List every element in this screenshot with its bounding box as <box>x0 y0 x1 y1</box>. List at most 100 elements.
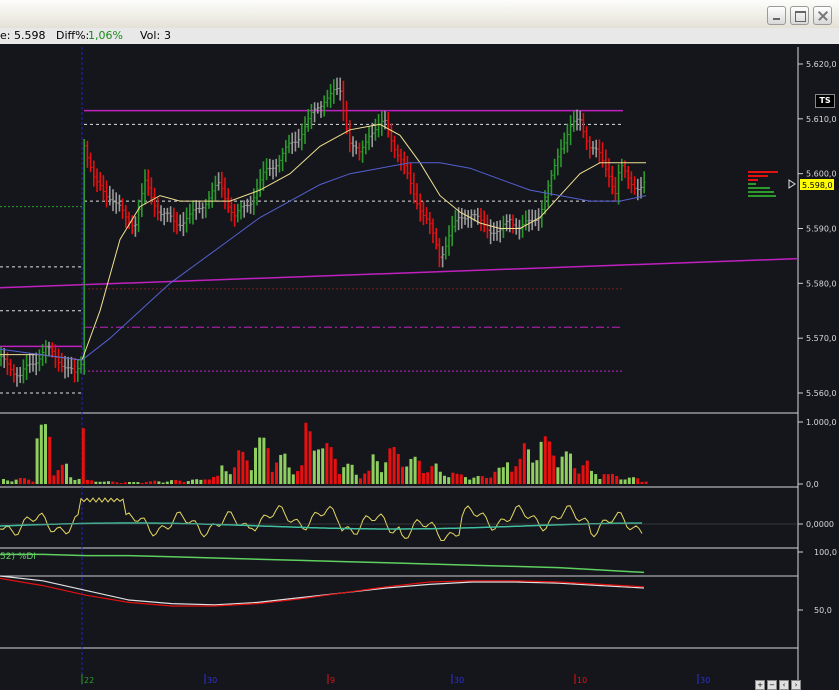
volume-bar <box>275 462 278 484</box>
zoom-in-button[interactable]: + <box>755 680 765 690</box>
volume-bar <box>123 482 127 484</box>
volume-bar <box>254 447 257 484</box>
volume-bar <box>27 479 31 484</box>
volume-bar <box>426 472 430 484</box>
volume-bar <box>128 481 131 484</box>
volume-bar <box>632 477 635 484</box>
volume-bar <box>396 453 400 484</box>
price-tick-label: 5.600,0 <box>806 170 837 179</box>
volume-bar <box>535 460 539 484</box>
chart-area[interactable]: 5.620,0 5.610,0 5.600,0 5.590,0 5.580,0 5.570… <box>0 44 839 690</box>
volume-bar <box>350 464 354 484</box>
price-tick-label: 5.570,0 <box>806 334 837 343</box>
dmi-lines <box>0 553 798 607</box>
volume-bar <box>569 453 572 484</box>
volume-bar <box>60 464 64 484</box>
volume-bar <box>594 474 598 484</box>
volume-bar <box>157 481 161 484</box>
volume-bar <box>2 478 5 484</box>
volume-bar <box>392 447 396 484</box>
volume-bar <box>371 454 375 484</box>
volume-bar <box>472 477 476 484</box>
dmi-line <box>0 575 645 606</box>
window-titlebar <box>0 0 839 28</box>
volume-bar <box>606 474 610 484</box>
distribution-bar <box>748 179 758 181</box>
time-axis: 22 30 9 30 10 30 <box>81 674 710 685</box>
volume-bar <box>212 476 215 484</box>
volume-bar <box>384 462 388 484</box>
volume-bar <box>161 482 165 484</box>
volume-bar <box>409 458 413 484</box>
volume-bar <box>363 473 367 484</box>
diff-label: Diff%: <box>56 29 90 42</box>
volume-bar <box>480 476 484 484</box>
volume-bar <box>312 450 316 484</box>
oscillator-lines <box>0 497 798 542</box>
distribution-bar <box>748 187 770 189</box>
maximize-button[interactable] <box>790 6 809 25</box>
volume-bar <box>438 471 442 484</box>
volume-bar <box>590 470 593 484</box>
volume-bar <box>245 460 249 484</box>
volume-bar <box>224 471 228 484</box>
volume-bar <box>90 480 94 484</box>
volume-bar <box>111 481 115 484</box>
volume-bar <box>65 463 68 484</box>
volume-bar <box>338 473 341 484</box>
last-price-tag-label: 5.598,0 <box>802 181 833 190</box>
volume-bar <box>241 451 245 484</box>
scroll-right-button[interactable]: › <box>791 680 801 690</box>
volume-bar <box>98 481 102 484</box>
volume-bar <box>102 481 106 484</box>
volume-bar <box>455 473 459 484</box>
volume-bar <box>203 479 207 484</box>
volume-bar <box>548 441 551 484</box>
time-tick-label: 30 <box>207 676 217 685</box>
current-price-arrow-icon <box>788 179 796 189</box>
volume-bar <box>514 466 518 484</box>
price-tick-label: 5.610,0 <box>806 115 837 124</box>
diff-value: 1,06% <box>88 29 123 42</box>
volume-tick-label: 0,0 <box>806 480 819 489</box>
volume-bar <box>464 477 467 484</box>
volume-bar <box>413 456 417 484</box>
distribution-bar <box>748 175 768 177</box>
price-tick-label: 5.590,0 <box>806 225 837 234</box>
volume-bar <box>279 454 283 484</box>
volume-bar <box>39 424 43 484</box>
chart-svg[interactable]: 5.620,0 5.610,0 5.600,0 5.590,0 5.580,0 5.570… <box>0 44 839 690</box>
minimize-button[interactable] <box>767 6 786 25</box>
distribution-bar <box>748 195 776 197</box>
volume-bar <box>262 437 266 484</box>
volume-bar <box>405 466 409 484</box>
volume-bar <box>77 478 81 484</box>
trend-line <box>0 257 799 289</box>
volume-bar <box>270 471 274 484</box>
volume-bar <box>468 479 472 484</box>
volume-bar <box>552 455 556 484</box>
volume-bar <box>518 458 522 484</box>
volume-bar <box>623 479 627 484</box>
volume-bar <box>598 479 602 484</box>
volume-bar <box>329 447 333 484</box>
quote-info-bar: e: 5.598 Diff%: 1,06% Vol: 3 <box>0 28 839 44</box>
scroll-left-button[interactable]: ‹ <box>779 680 789 690</box>
ts-badge[interactable]: TS <box>815 94 835 108</box>
volume-bar <box>186 481 190 484</box>
volume-bar <box>165 481 169 484</box>
volume-bar <box>560 456 564 484</box>
volume-bar <box>354 474 358 484</box>
slow-moving-average-line <box>0 162 647 361</box>
dmi-tick-label: 100,0 <box>814 548 837 557</box>
volume-bar <box>249 470 253 484</box>
volume-bar <box>291 474 295 484</box>
volume-bar <box>182 482 186 484</box>
zoom-out-button[interactable]: − <box>767 680 777 690</box>
volume-bar <box>81 428 85 484</box>
close-button[interactable] <box>813 6 832 25</box>
volume-bar <box>174 479 178 484</box>
volume-bar <box>422 473 425 484</box>
last-price-tag: 5.598,0 <box>800 179 834 190</box>
volume-bar <box>199 479 203 484</box>
